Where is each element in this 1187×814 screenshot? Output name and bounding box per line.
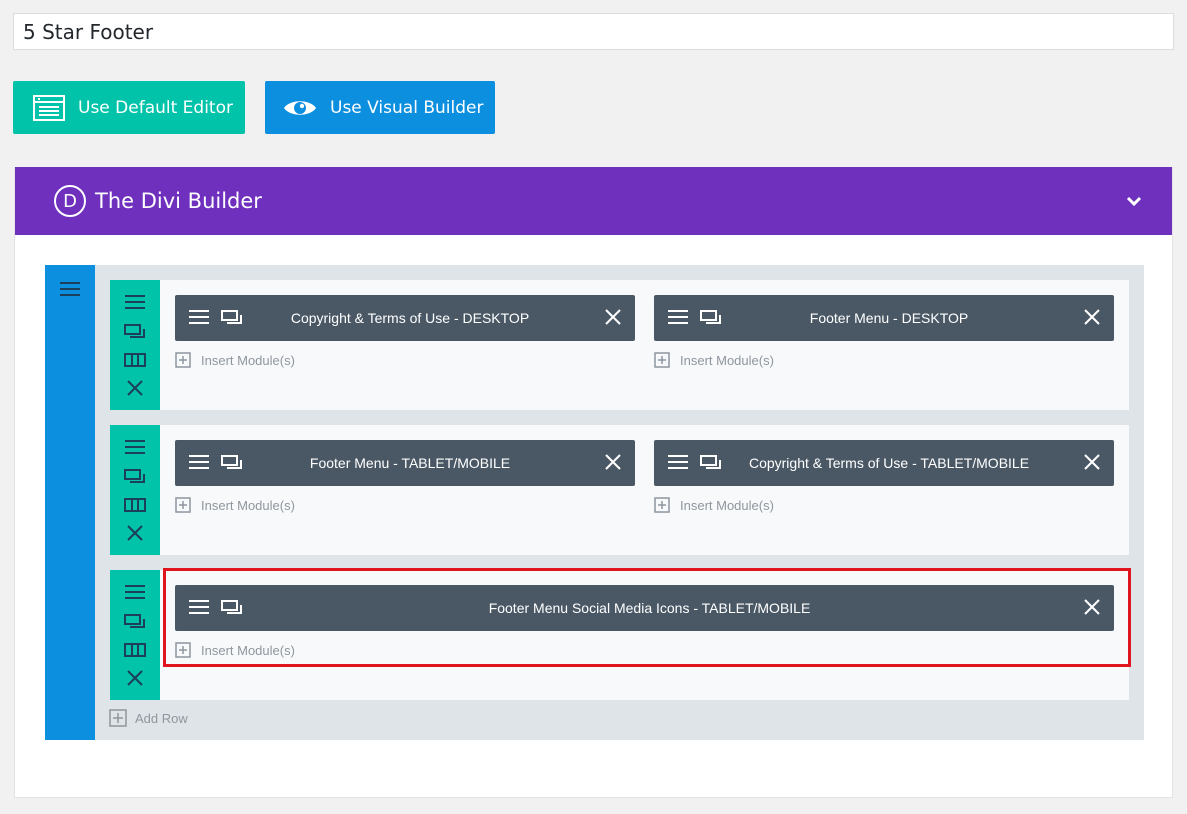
builder-row-2: Footer Menu - TABLET/MOBILE Insert Modul… (110, 425, 1129, 555)
hamburger-icon[interactable] (189, 309, 209, 328)
builder-title: The Divi Builder (95, 189, 262, 213)
close-icon[interactable] (605, 454, 621, 473)
divi-builder-box: D The Divi Builder Copyright & Terms of … (14, 167, 1173, 798)
module-label: Footer Menu - TABLET/MOBILE (309, 455, 511, 471)
plus-square-icon (175, 497, 191, 513)
close-icon[interactable] (1084, 454, 1100, 473)
close-icon[interactable] (124, 524, 146, 542)
module-block[interactable]: Copyright & Terms of Use - TABLET/MOBILE (654, 440, 1114, 486)
module-block[interactable]: Footer Menu - DESKTOP (654, 295, 1114, 341)
insert-module-button[interactable]: Insert Module(s) (654, 351, 774, 369)
module-block[interactable]: Footer Menu - TABLET/MOBILE (175, 440, 635, 486)
row-handle (110, 280, 160, 410)
use-default-editor-label: Use Default Editor (78, 97, 233, 118)
insert-module-button[interactable]: Insert Module(s) (175, 496, 295, 514)
duplicate-icon[interactable] (124, 322, 146, 340)
hamburger-icon[interactable] (189, 454, 209, 473)
columns-icon[interactable] (124, 351, 146, 369)
duplicate-icon[interactable] (124, 467, 146, 485)
close-icon[interactable] (124, 379, 146, 397)
module-label: Footer Menu - DESKTOP (809, 310, 969, 326)
close-icon[interactable] (124, 669, 146, 687)
hamburger-icon[interactable] (668, 309, 688, 328)
divi-logo: D (54, 185, 86, 217)
builder-section: Copyright & Terms of Use - DESKTOP Inser… (45, 265, 1144, 740)
close-icon[interactable] (1084, 309, 1100, 328)
eye-icon (283, 97, 317, 119)
insert-module-button[interactable]: Insert Module(s) (175, 351, 295, 369)
builder-header: D The Divi Builder (15, 167, 1172, 235)
columns-icon[interactable] (124, 641, 146, 659)
use-visual-builder-label: Use Visual Builder (330, 97, 484, 118)
row-handle (110, 570, 160, 700)
module-label: Copyright & Terms of Use - DESKTOP (290, 310, 530, 326)
post-title-input[interactable] (13, 13, 1174, 50)
insert-module-label: Insert Module(s) (680, 497, 774, 513)
use-default-editor-button[interactable]: Use Default Editor (13, 81, 245, 134)
editor-window-icon (32, 94, 66, 121)
chevron-down-icon[interactable] (1124, 193, 1144, 209)
hamburger-icon[interactable] (124, 293, 146, 311)
builder-row-1: Copyright & Terms of Use - DESKTOP Inser… (110, 280, 1129, 410)
insert-module-label: Insert Module(s) (201, 497, 295, 513)
insert-module-label: Insert Module(s) (201, 352, 295, 368)
row-handle (110, 425, 160, 555)
section-handle[interactable] (45, 265, 95, 740)
columns-icon[interactable] (124, 496, 146, 514)
module-label: Copyright & Terms of Use - TABLET/MOBILE (748, 455, 1030, 471)
plus-square-icon (654, 497, 670, 513)
hamburger-icon[interactable] (668, 454, 688, 473)
highlight-annotation-box (163, 568, 1131, 667)
plus-square-icon (654, 352, 670, 368)
hamburger-icon[interactable] (60, 281, 80, 302)
add-row-button[interactable]: Add Row (109, 709, 188, 727)
add-row-label: Add Row (135, 710, 188, 726)
insert-module-button[interactable]: Insert Module(s) (654, 496, 774, 514)
duplicate-icon[interactable] (124, 612, 146, 630)
hamburger-icon[interactable] (124, 438, 146, 456)
plus-square-icon (109, 709, 127, 727)
plus-square-icon (175, 352, 191, 368)
hamburger-icon[interactable] (124, 583, 146, 601)
module-block[interactable]: Copyright & Terms of Use - DESKTOP (175, 295, 635, 341)
use-visual-builder-button[interactable]: Use Visual Builder (265, 81, 495, 134)
insert-module-label: Insert Module(s) (680, 352, 774, 368)
close-icon[interactable] (605, 309, 621, 328)
